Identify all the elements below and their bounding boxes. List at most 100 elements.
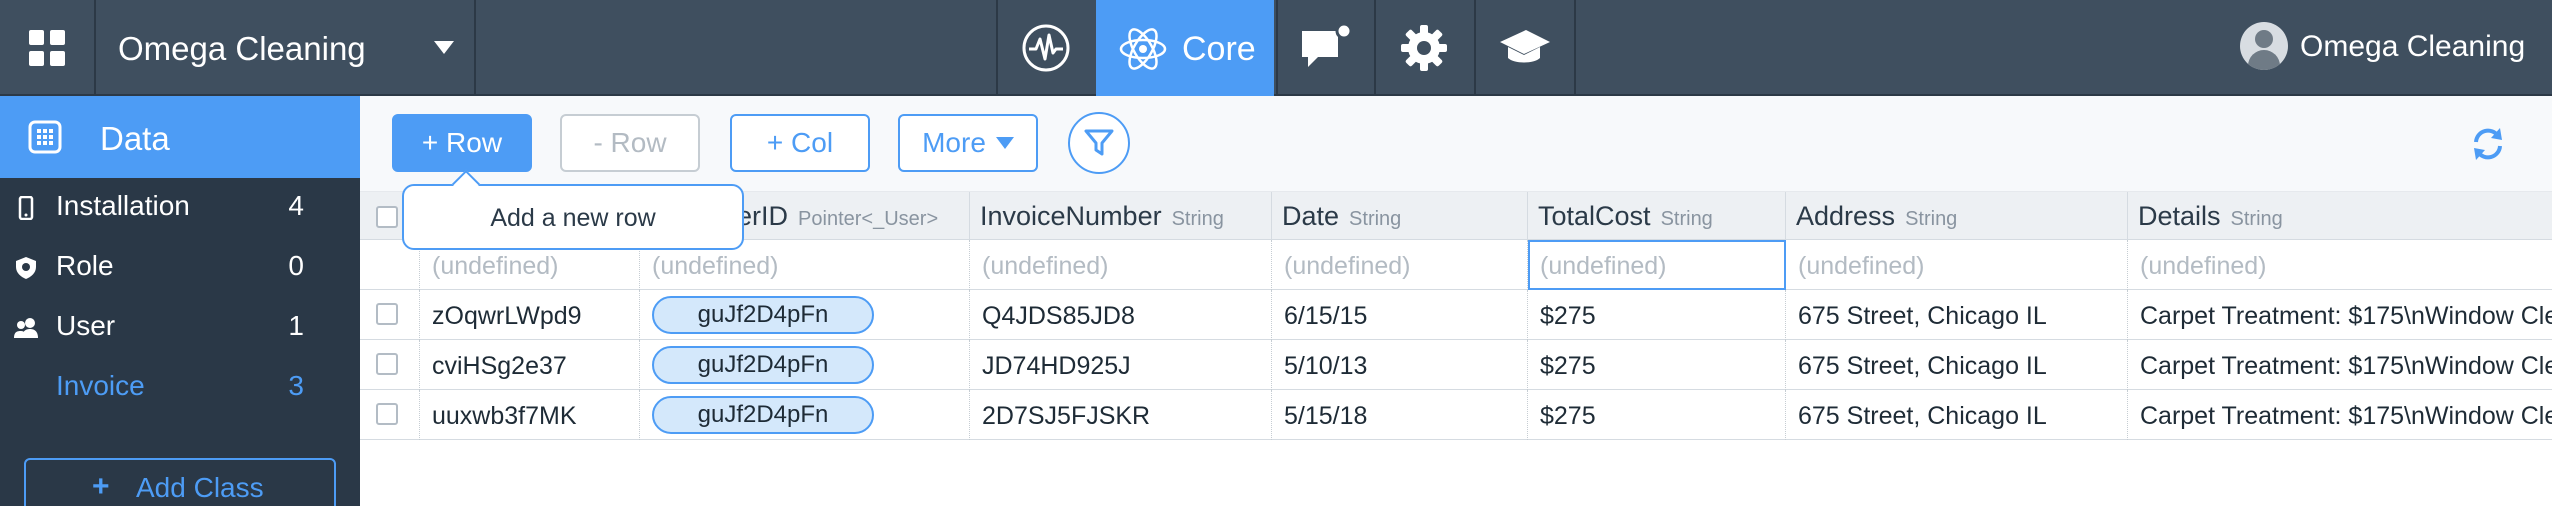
- column-header-details[interactable]: Details String: [2128, 192, 2552, 240]
- sidebar-item-label: Invoice: [56, 370, 145, 401]
- cell-value: cviHSg2e37: [432, 352, 567, 380]
- sidebar-section-label: Data: [100, 120, 170, 157]
- column-name: Address: [1796, 201, 1896, 231]
- column-type: Pointer<_User>: [798, 208, 939, 230]
- grid-icon: [29, 30, 65, 66]
- filter-button[interactable]: [1068, 112, 1130, 174]
- add-row-tooltip: Add a new row: [402, 169, 744, 250]
- column-name: TotalCost: [1538, 201, 1651, 231]
- refresh-icon: [2474, 128, 2502, 160]
- analytics-button[interactable]: [996, 0, 1094, 96]
- add-class-label: Add Class: [136, 472, 264, 503]
- table-cell[interactable]: zOqwrLWpd9: [420, 290, 640, 340]
- refresh-button[interactable]: [2470, 126, 2506, 167]
- column-type: String: [2230, 208, 2283, 230]
- table-cell[interactable]: Carpet Treatment: $175\nWindow Cleaning:…: [2128, 290, 2552, 340]
- cell-value: Carpet Treatment: $175\nWindow Cleaning:…: [2140, 302, 2552, 330]
- analytics-icon: [1022, 24, 1070, 72]
- tab-core-label: Core: [1182, 30, 1256, 68]
- table-cell[interactable]: (undefined): [2128, 240, 2552, 290]
- sidebar: Data Installation 4 Role 0 User 1 Invoic…: [0, 96, 360, 506]
- table-cell[interactable]: cviHSg2e37: [420, 340, 640, 390]
- pointer-pill[interactable]: guJf2D4pFn: [652, 396, 874, 434]
- shield-icon: [16, 257, 36, 279]
- docs-hat-icon: [1500, 30, 1550, 63]
- table-cell[interactable]: 675 Street, Chicago IL: [1786, 340, 2128, 390]
- table-cell[interactable]: 675 Street, Chicago IL: [1786, 390, 2128, 440]
- add-column-button[interactable]: + Col: [730, 114, 870, 172]
- table-cell[interactable]: $275: [1528, 390, 1786, 440]
- cell-value: JD74HD925J: [982, 352, 1131, 380]
- table-cell[interactable]: guJf2D4pFn: [640, 290, 970, 340]
- push-notification-icon: [1302, 23, 1353, 67]
- column-header-date[interactable]: Date String: [1272, 192, 1528, 240]
- column-name: Date: [1282, 201, 1340, 231]
- avatar: [2240, 22, 2288, 70]
- column-type: String: [1349, 208, 1402, 230]
- table-cell[interactable]: guJf2D4pFn: [640, 340, 970, 390]
- row-checkbox[interactable]: [376, 303, 398, 325]
- table-cell[interactable]: Carpet Treatment: $175\nWindow Cleaning:…: [2128, 340, 2552, 390]
- app-selector[interactable]: Omega Cleaning: [96, 0, 476, 96]
- table-cell[interactable]: (undefined): [1272, 240, 1528, 290]
- column-header-invoicenumber[interactable]: InvoiceNumber String: [970, 192, 1272, 240]
- row-checkbox[interactable]: [376, 353, 398, 375]
- selected-cell[interactable]: (undefined): [1528, 240, 1786, 290]
- placeholder-text: (undefined): [652, 252, 779, 280]
- push-button[interactable]: [1276, 0, 1374, 96]
- settings-button[interactable]: [1374, 0, 1472, 96]
- table-cell[interactable]: JD74HD925J: [970, 340, 1272, 390]
- table-cell[interactable]: (undefined): [1786, 240, 2128, 290]
- sidebar-item-invoice[interactable]: Invoice 3: [0, 358, 360, 418]
- pointer-pill[interactable]: guJf2D4pFn: [652, 296, 874, 334]
- column-header-address[interactable]: Address String: [1786, 192, 2128, 240]
- settings-gear-icon: [1401, 25, 1447, 71]
- sidebar-item-label: Role: [56, 250, 114, 281]
- add-class-button[interactable]: + Add Class: [24, 458, 336, 506]
- core-atom-icon: [1119, 28, 1167, 70]
- row-checkbox[interactable]: [376, 403, 398, 425]
- cell-value: Carpet Treatment: $175\nWindow Cleaning:…: [2140, 352, 2552, 380]
- chevron-down-icon: [995, 137, 1014, 149]
- table-cell[interactable]: $275: [1528, 340, 1786, 390]
- table-cell[interactable]: 675 Street, Chicago IL: [1786, 290, 2128, 340]
- table-cell[interactable]: guJf2D4pFn: [640, 390, 970, 440]
- tooltip-text: Add a new row: [490, 204, 656, 232]
- sidebar-section-data[interactable]: Data: [0, 96, 360, 178]
- column-type: String: [1905, 208, 1958, 230]
- sidebar-item-count: 1: [288, 310, 304, 341]
- table-cell[interactable]: Q4JDS85JD8: [970, 290, 1272, 340]
- select-all-checkbox[interactable]: [376, 206, 398, 228]
- sidebar-item-label: Installation: [56, 190, 190, 221]
- table-cell[interactable]: 5/10/13: [1272, 340, 1528, 390]
- column-name: InvoiceNumber: [980, 201, 1162, 231]
- tab-core[interactable]: Core: [1096, 0, 1274, 96]
- add-row-button[interactable]: + Row: [392, 114, 532, 172]
- table-cell[interactable]: 2D7SJ5FJSKR: [970, 390, 1272, 440]
- docs-button[interactable]: [1474, 0, 1572, 96]
- table-cell[interactable]: $275: [1528, 290, 1786, 340]
- placeholder-text: (undefined): [2140, 252, 2267, 280]
- sidebar-item-installation[interactable]: Installation 4: [0, 178, 360, 238]
- apps-grid-button[interactable]: [0, 0, 96, 96]
- pointer-pill[interactable]: guJf2D4pFn: [652, 346, 874, 384]
- table-cell[interactable]: uuxwb3f7MK: [420, 390, 640, 440]
- column-header-totalcost[interactable]: TotalCost String: [1528, 192, 1786, 240]
- phone-icon: [18, 196, 34, 220]
- cell-value: 6/15/15: [1284, 302, 1368, 330]
- sidebar-item-user[interactable]: User 1: [0, 298, 360, 358]
- more-label: More: [922, 127, 986, 158]
- more-button[interactable]: More: [898, 114, 1038, 172]
- table-cell[interactable]: Carpet Treatment: $175\nWindow Cleaning:…: [2128, 390, 2552, 440]
- users-icon: [14, 318, 38, 338]
- row-select-cell: [360, 340, 420, 390]
- table-cell[interactable]: 6/15/15: [1272, 290, 1528, 340]
- user-menu[interactable]: Omega Cleaning: [2238, 22, 2538, 72]
- user-name: Omega Cleaning: [2300, 30, 2526, 63]
- sidebar-item-role[interactable]: Role 0: [0, 238, 360, 298]
- table-cell[interactable]: (undefined): [970, 240, 1272, 290]
- table-cell[interactable]: 5/15/18: [1272, 390, 1528, 440]
- app-name: Omega Cleaning: [118, 30, 366, 67]
- table-row: uuxwb3f7MK guJf2D4pFn 2D7SJ5FJSKR 5/15/1…: [360, 390, 2552, 440]
- remove-row-button[interactable]: - Row: [560, 114, 700, 172]
